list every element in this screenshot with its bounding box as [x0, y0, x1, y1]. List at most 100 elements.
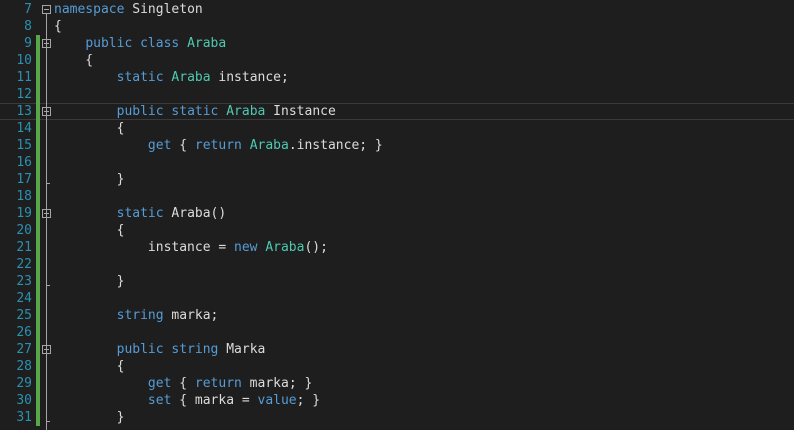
keyword-token: string: [116, 308, 164, 323]
code-line-30[interactable]: 30 set { marka = value; }: [0, 392, 794, 409]
code-line-18[interactable]: 18: [0, 188, 794, 205]
code-line-22[interactable]: 22: [0, 256, 794, 273]
code-line-28[interactable]: 28 {: [0, 358, 794, 375]
line-number: 25: [16, 308, 32, 323]
text-token: Singleton: [124, 2, 203, 17]
code-line-7[interactable]: 7 namespace Singleton: [0, 1, 794, 18]
text-token: instance;: [210, 70, 289, 85]
type-token: Araba: [171, 70, 211, 85]
code-text[interactable]: static Araba(): [54, 205, 227, 222]
code-line-25[interactable]: 25 string marka;: [0, 307, 794, 324]
text-token: {: [54, 223, 125, 238]
line-number: 24: [16, 291, 32, 306]
fold-toggle-icon[interactable]: [42, 5, 51, 14]
keyword-token: get: [147, 376, 172, 391]
text-token: Araba(): [163, 206, 227, 221]
fold-end-marker: [46, 183, 50, 184]
code-line-20[interactable]: 20 {: [0, 222, 794, 239]
code-text[interactable]: }: [54, 171, 125, 188]
code-text[interactable]: namespace Singleton: [54, 1, 203, 18]
code-line-17[interactable]: 17 }: [0, 171, 794, 188]
line-number: 19: [16, 206, 32, 221]
type-token: Araba: [226, 104, 266, 119]
keyword-token: return: [194, 138, 242, 153]
code-text[interactable]: string marka;: [54, 307, 219, 324]
keyword-token: namespace: [54, 2, 125, 17]
code-line-13[interactable]: 13 public static Araba Instance: [0, 103, 794, 120]
change-indicator: [36, 290, 40, 307]
text-token: Marka: [218, 342, 266, 357]
code-editor[interactable]: 7 namespace Singleton 8{9 public class Ara…: [0, 0, 794, 430]
code-line-26[interactable]: 26: [0, 324, 794, 341]
text-token: {: [54, 53, 94, 68]
code-line-12[interactable]: 12: [0, 86, 794, 103]
keyword-token: static: [116, 206, 164, 221]
line-number: 31: [16, 410, 32, 425]
fold-guide: [46, 116, 47, 183]
code-line-21[interactable]: 21 instance = new Araba();: [0, 239, 794, 256]
code-text[interactable]: {: [54, 120, 125, 137]
change-indicator: [36, 324, 40, 341]
keyword-token: static: [116, 70, 164, 85]
line-number: 7: [24, 2, 32, 17]
code-text[interactable]: {: [54, 18, 62, 35]
code-text[interactable]: get { return Araba.instance; }: [54, 137, 383, 154]
line-number: 22: [16, 257, 32, 272]
change-indicator: [36, 375, 40, 392]
change-indicator: [36, 86, 40, 103]
code-line-24[interactable]: 24: [0, 290, 794, 307]
text-token: ();: [304, 240, 328, 255]
code-line-16[interactable]: 16: [0, 154, 794, 171]
code-text[interactable]: public class Araba: [54, 35, 226, 52]
line-number: 17: [16, 172, 32, 187]
text-token: .instance; }: [288, 138, 383, 153]
change-indicator: [36, 273, 40, 290]
code-text[interactable]: public string Marka: [54, 341, 266, 358]
code-line-23[interactable]: 23 }: [0, 273, 794, 290]
code-text[interactable]: static Araba instance;: [54, 69, 289, 86]
code-text[interactable]: {: [54, 222, 125, 239]
line-number: 10: [16, 53, 32, 68]
text-token: {: [54, 121, 125, 136]
code-line-15[interactable]: 15 get { return Araba.instance; }: [0, 137, 794, 154]
code-line-9[interactable]: 9 public class Araba: [0, 35, 794, 52]
code-line-29[interactable]: 29 get { return marka; }: [0, 375, 794, 392]
code-line-8[interactable]: 8{: [0, 18, 794, 35]
line-number: 21: [16, 240, 32, 255]
code-text[interactable]: get { return marka; }: [54, 375, 312, 392]
code-text[interactable]: instance = new Araba();: [54, 239, 328, 256]
line-number: 18: [16, 189, 32, 204]
text-token: {: [54, 359, 125, 374]
code-text[interactable]: public static Araba Instance: [54, 103, 336, 120]
keyword-token: public: [116, 104, 164, 119]
code-text[interactable]: set { marka = value; }: [54, 392, 320, 409]
code-text[interactable]: {: [54, 358, 125, 375]
change-indicator: [36, 137, 40, 154]
code-line-27[interactable]: 27 public string Marka: [0, 341, 794, 358]
code-line-11[interactable]: 11 static Araba instance;: [0, 69, 794, 86]
keyword-token: get: [147, 138, 172, 153]
change-indicator: [36, 120, 40, 137]
fold-guide: [46, 354, 47, 421]
code-text[interactable]: }: [54, 273, 125, 290]
keyword-token: set: [147, 393, 172, 408]
change-indicator: [36, 239, 40, 256]
code-line-10[interactable]: 10 {: [0, 52, 794, 69]
code-line-14[interactable]: 14 {: [0, 120, 794, 137]
code-text[interactable]: }: [54, 409, 125, 426]
keyword-token: class: [140, 36, 180, 51]
code-text[interactable]: {: [54, 52, 93, 69]
code-line-31[interactable]: 31 }: [0, 409, 794, 426]
code-line-19[interactable]: 19 static Araba(): [0, 205, 794, 222]
change-indicator: [36, 171, 40, 188]
text-token: marka;: [163, 308, 219, 323]
text-token: }: [54, 274, 125, 289]
